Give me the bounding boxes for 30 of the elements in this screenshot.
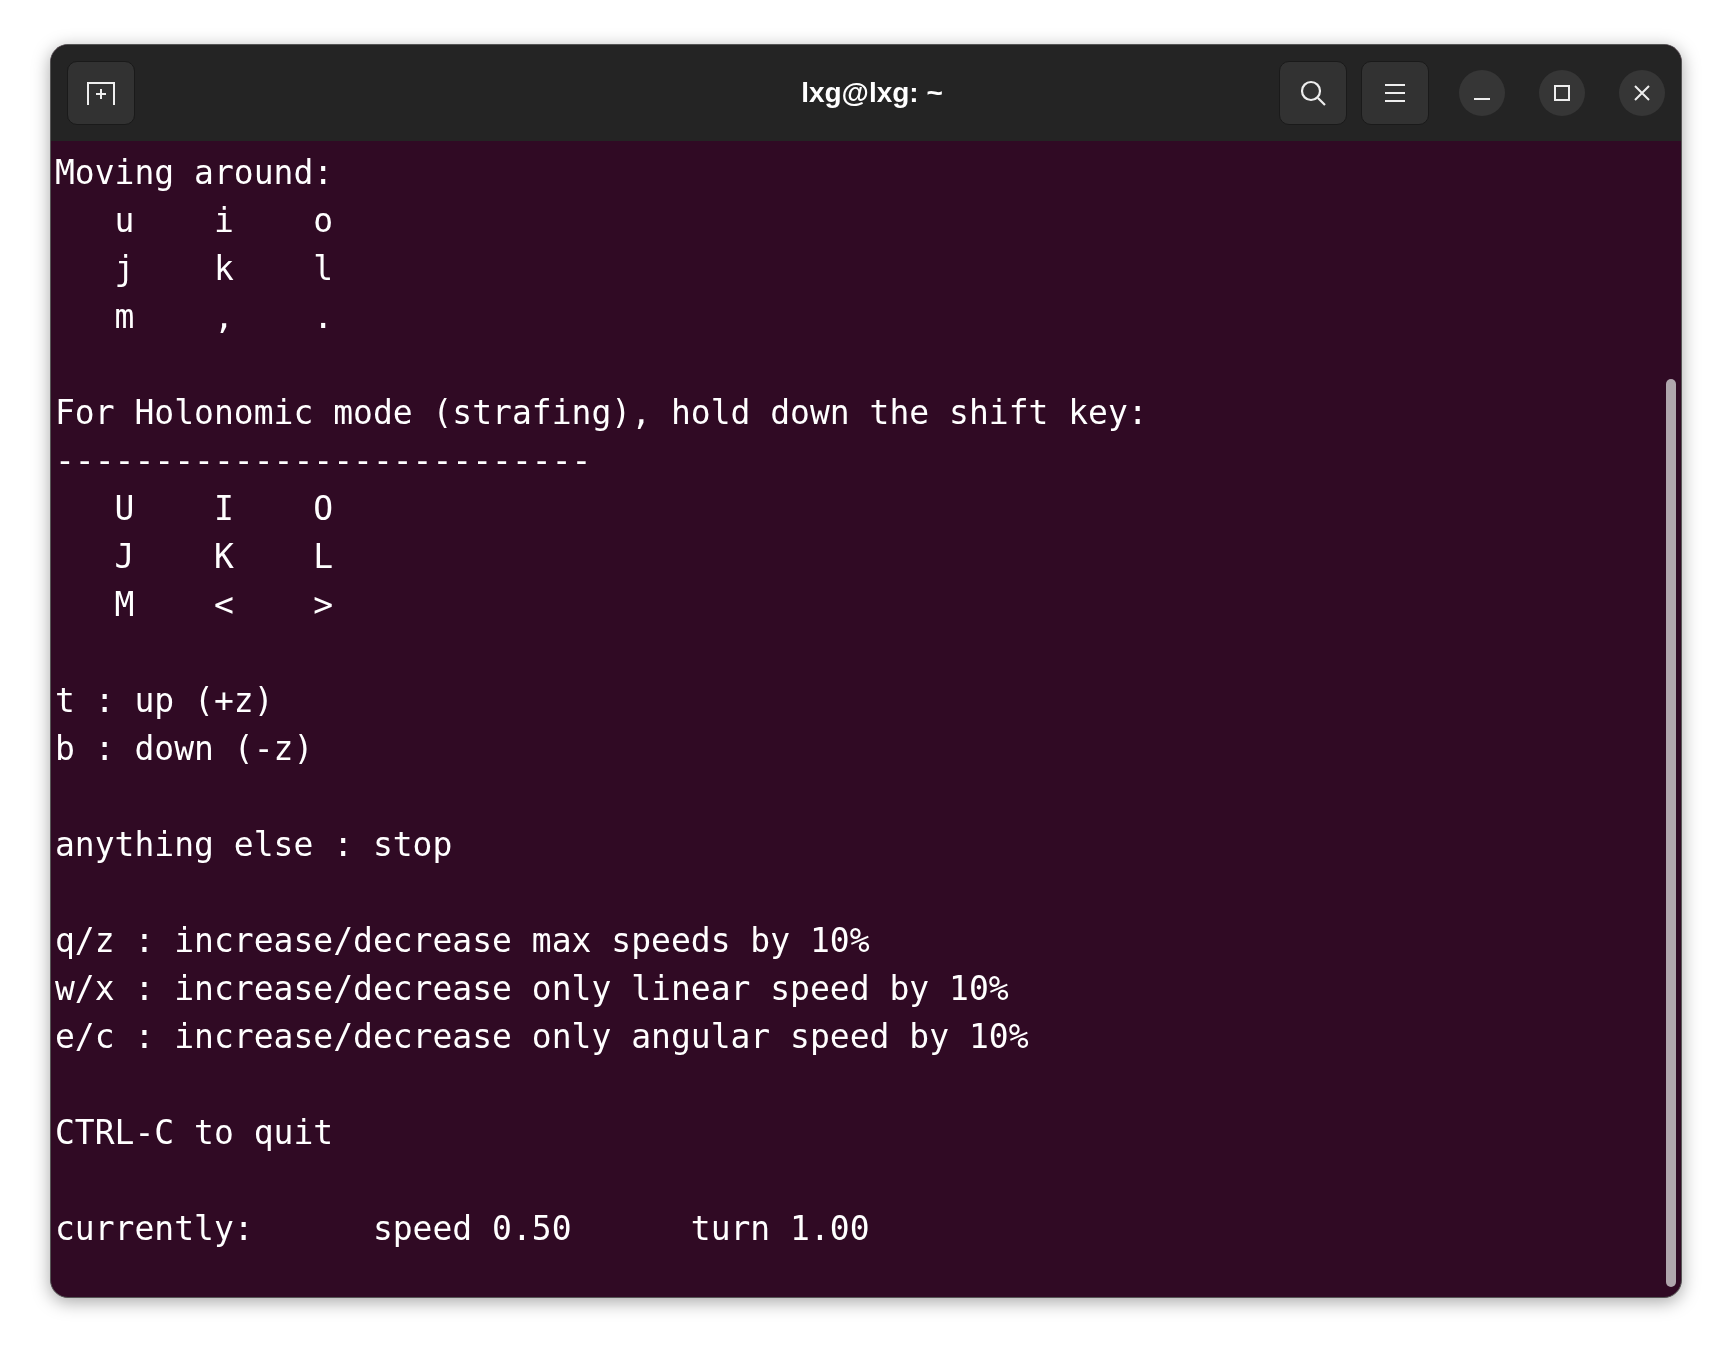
terminal-line: j k l xyxy=(113,249,334,288)
terminal-line: b : down (-z) xyxy=(55,729,314,768)
terminal-line: U I O xyxy=(113,489,334,528)
terminal-line: e/c : increase/decrease only angular speed by 10% xyxy=(55,1017,1029,1056)
terminal-line: anything else : stop xyxy=(55,825,453,864)
terminal-line: t : up (+z) xyxy=(55,681,274,720)
minimize-icon xyxy=(1474,98,1490,100)
scrollbar-thumb[interactable] xyxy=(1666,379,1676,1287)
maximize-button[interactable] xyxy=(1539,70,1585,116)
terminal-line: J K L xyxy=(113,537,334,576)
close-button[interactable] xyxy=(1619,70,1665,116)
terminal-line: M < > xyxy=(113,585,334,624)
maximize-icon xyxy=(1554,85,1570,101)
close-icon xyxy=(1634,85,1650,101)
new-tab-button[interactable] xyxy=(67,61,135,125)
terminal-line: u i o xyxy=(113,201,334,240)
terminal-line: currently: speed 0.50 turn 1.00 xyxy=(55,1209,870,1248)
search-button[interactable] xyxy=(1279,61,1347,125)
search-icon xyxy=(1299,79,1327,107)
terminal-line: Moving around: xyxy=(55,153,334,192)
terminal-line: --------------------------- xyxy=(55,441,592,480)
new-tab-icon xyxy=(86,80,116,106)
terminal-line: For Holonomic mode (strafing), hold down the shift key: xyxy=(55,393,1148,432)
terminal-line: q/z : increase/decrease max speeds by 10% xyxy=(55,921,870,960)
terminal-line: CTRL-C to quit xyxy=(55,1113,334,1152)
terminal-line: w/x : increase/decrease only linear speed by 10% xyxy=(55,969,1009,1008)
terminal-line: m , . xyxy=(113,297,334,336)
menu-button[interactable] xyxy=(1361,61,1429,125)
window-title: lxg@lxg: ~ xyxy=(801,76,943,110)
menu-icon xyxy=(1384,83,1406,103)
